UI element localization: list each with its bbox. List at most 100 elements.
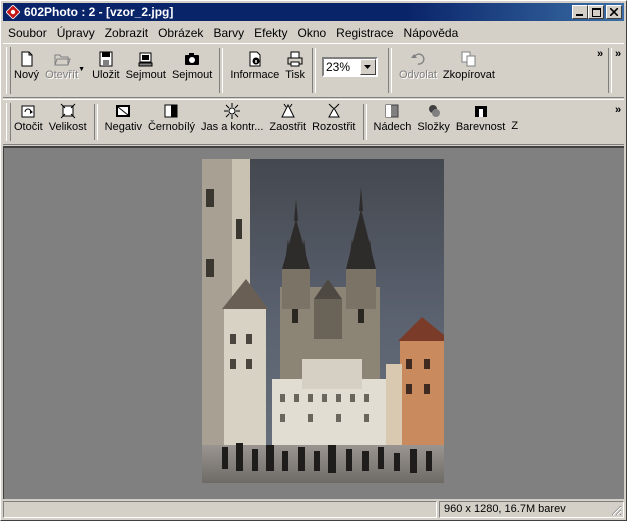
toolbar-separator (608, 48, 612, 93)
menu-barvy[interactable]: Barvy (208, 26, 249, 40)
menu-efekty[interactable]: Efekty (249, 26, 292, 40)
resize-icon (60, 103, 76, 119)
app-window: 602Photo : 2 - [vzor_2.jpg] Soubor Úprav… (0, 0, 627, 521)
negative-film-icon (116, 105, 131, 117)
copy-icon (461, 51, 476, 67)
bw-button[interactable]: Černobílý (145, 100, 198, 133)
capture-button-1[interactable]: Sejmout (123, 44, 169, 81)
window-controls (572, 5, 622, 19)
cut-label: Z (511, 120, 519, 132)
menu-okno[interactable]: Okno (292, 26, 331, 40)
maximize-button[interactable] (588, 5, 604, 19)
open-label: Otevřít (45, 69, 79, 81)
color-label: Barevnost (455, 121, 506, 133)
resize-grip-icon[interactable] (611, 505, 622, 516)
size-button[interactable]: Velikost (46, 100, 90, 133)
rotate-label: Otočit (14, 121, 43, 133)
undo-label: Odvolat (399, 69, 437, 81)
size-label: Velikost (48, 121, 87, 133)
copy-label: Zkopírovat (442, 69, 495, 81)
menu-bar: Soubor Úpravy Zobrazit Obrázek Barvy Efe… (3, 23, 624, 42)
zoom-value: 23% (326, 60, 351, 74)
negative-label: Negativ (104, 121, 142, 133)
menu-napoveda[interactable]: Nápověda (399, 26, 464, 40)
color-button[interactable]: Barevnost (453, 100, 509, 133)
image-dimensions-text: 960 x 1280, 16.7M barev (444, 503, 566, 515)
components-button[interactable]: Složky (414, 100, 452, 133)
negative-button[interactable]: Negativ (102, 100, 145, 133)
menu-registrace[interactable]: Registrace (331, 26, 398, 40)
menu-obrazek[interactable]: Obrázek (153, 26, 208, 40)
print-label: Tisk (285, 69, 305, 81)
blur-button[interactable]: Rozostřit (309, 100, 358, 133)
rotate-button[interactable]: Otočit (11, 100, 46, 133)
status-bar: 960 x 1280, 16.7M barev (3, 501, 624, 519)
toolbar-separator (362, 104, 367, 140)
components-icon (428, 105, 440, 117)
copy-button[interactable]: Zkopírovat (440, 44, 498, 81)
open-folder-icon (53, 54, 71, 66)
status-message (3, 501, 437, 518)
undo-button[interactable]: Odvolat (396, 44, 440, 81)
capture-label-1: Sejmout (125, 69, 166, 81)
toolbar-overflow-right[interactable]: » (615, 48, 621, 60)
new-file-icon (21, 51, 33, 67)
cut-button[interactable]: Z (508, 100, 521, 132)
minimize-button[interactable] (572, 5, 588, 19)
sharpen-label: Zaostřit (269, 121, 307, 133)
toolbar-separator (388, 48, 392, 93)
window-title: 602Photo : 2 - [vzor_2.jpg] (24, 5, 174, 19)
printer-icon (287, 51, 303, 67)
menu-soubor[interactable]: Soubor (3, 26, 52, 40)
capture-button-2[interactable]: Sejmout (169, 44, 215, 81)
status-image-info: 960 x 1280, 16.7M barev (439, 501, 624, 518)
toolbar-separator (219, 48, 224, 93)
zoom-dropdown-button[interactable] (360, 59, 376, 75)
sun-icon (224, 103, 241, 119)
info-button[interactable]: Informace (227, 44, 282, 81)
maximize-icon (591, 7, 601, 17)
brightness-button[interactable]: Jas a kontr... (198, 100, 266, 133)
info-label: Informace (230, 69, 280, 81)
tint-label: Nádech (373, 121, 412, 133)
blur-label: Rozostřit (312, 121, 356, 133)
black-white-icon (164, 104, 178, 118)
toolbar1-overflow-button[interactable]: » (597, 48, 603, 60)
minimize-icon (576, 14, 583, 16)
image-workspace[interactable] (3, 146, 624, 499)
rotate-icon (21, 105, 35, 118)
print-button[interactable]: Tisk (282, 44, 308, 81)
toolbar-separator (93, 104, 98, 140)
open-dropdown-icon[interactable]: ▼ (78, 66, 85, 73)
undo-icon (410, 53, 425, 65)
standard-toolbar: Nový Otevřít ▼ Uložit Sejmout Sejmout In… (3, 43, 624, 98)
close-icon (610, 8, 618, 16)
blur-icon (327, 103, 340, 118)
tint-button[interactable]: Nádech (371, 100, 415, 133)
menu-zobrazit[interactable]: Zobrazit (100, 26, 153, 40)
menu-upravy[interactable]: Úpravy (52, 26, 100, 40)
open-button[interactable]: Otevřít ▼ (42, 44, 85, 81)
save-disk-icon (99, 51, 113, 67)
close-button[interactable] (606, 5, 622, 19)
camera-icon (185, 53, 200, 65)
title-bar[interactable]: 602Photo : 2 - [vzor_2.jpg] (3, 3, 624, 21)
tint-icon (385, 104, 399, 118)
brightness-label: Jas a kontr... (201, 121, 264, 133)
sharpen-icon (280, 103, 295, 118)
bw-label: Černobílý (147, 121, 196, 133)
scanner-icon (138, 52, 153, 67)
chevron-down-icon (364, 64, 371, 69)
color-balance-icon (474, 106, 487, 117)
info-document-icon (249, 51, 261, 67)
photo-canvas[interactable] (202, 159, 444, 483)
zoom-select[interactable]: 23% (322, 57, 378, 77)
new-button[interactable]: Nový (11, 44, 42, 81)
toolbar2-overflow-button[interactable]: » (615, 104, 621, 116)
image-toolbar: Otočit Velikost Negativ Černobílý Jas a (3, 99, 624, 145)
sharpen-button[interactable]: Zaostřit (266, 100, 309, 133)
save-button[interactable]: Uložit (89, 44, 123, 81)
save-label: Uložit (92, 69, 120, 81)
new-label: Nový (14, 69, 40, 81)
capture-label-2: Sejmout (171, 69, 213, 81)
